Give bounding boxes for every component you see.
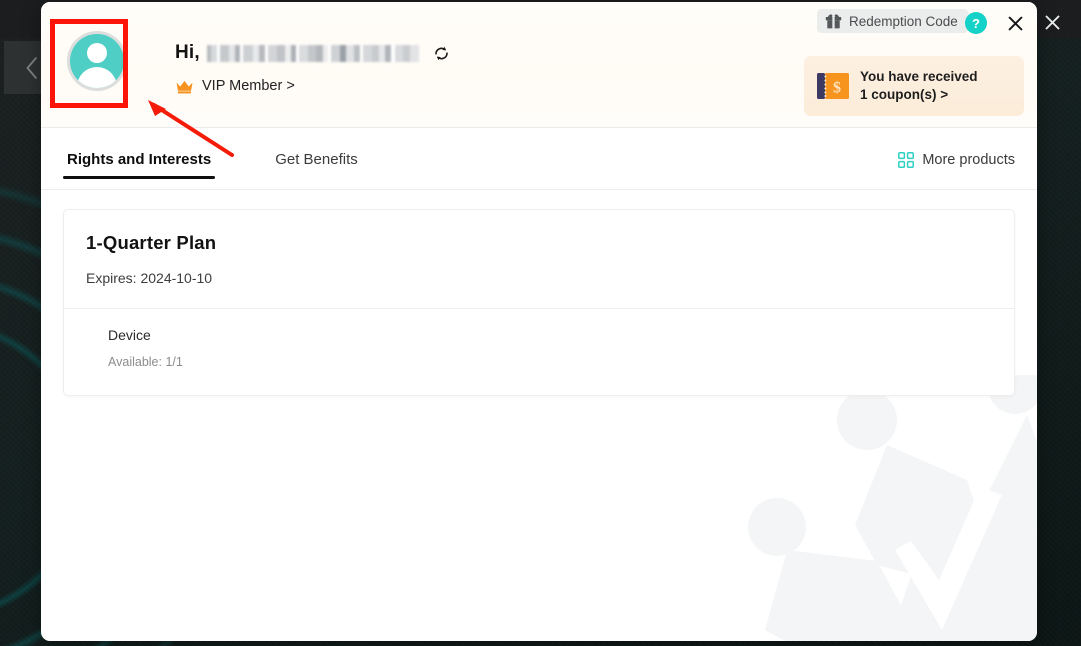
avatar[interactable]	[61, 25, 133, 97]
plan-card: 1-Quarter Plan Expires: 2024-10-10 Devic…	[63, 209, 1015, 396]
greeting-text: Hi,	[175, 42, 200, 63]
more-products-button[interactable]: More products	[898, 152, 1015, 168]
help-button[interactable]: ?	[965, 12, 987, 34]
gift-icon	[825, 14, 842, 29]
user-avatar-icon	[70, 34, 124, 88]
vip-member-link[interactable]: VIP Member >	[175, 78, 295, 94]
window-close-button[interactable]	[1038, 8, 1066, 36]
question-mark-icon: ?	[972, 15, 980, 31]
device-label: Device	[108, 327, 151, 343]
coupon-line-2: 1 coupon(s) >	[860, 87, 949, 102]
plan-card-header: 1-Quarter Plan Expires: 2024-10-10	[64, 210, 1014, 308]
plan-title: 1-Quarter Plan	[86, 232, 217, 253]
plan-expiry: Expires: 2024-10-10	[86, 270, 213, 286]
tab-get-benefits[interactable]: Get Benefits	[271, 151, 362, 179]
crown-icon	[176, 80, 193, 93]
close-icon	[1008, 16, 1022, 30]
vip-member-label: VIP Member >	[202, 78, 295, 94]
avatar-circle	[67, 31, 127, 91]
panel-close-button[interactable]	[1001, 9, 1029, 37]
svg-text:$: $	[833, 80, 841, 97]
coupon-banner[interactable]: $ You have received 1 coupon(s) >	[804, 56, 1024, 116]
redemption-code-button[interactable]: Redemption Code	[817, 9, 968, 33]
avatar-body	[77, 67, 117, 88]
grid-squares-icon	[898, 151, 915, 168]
chevron-left-icon	[26, 56, 37, 79]
username-redacted	[206, 44, 419, 62]
tabs-bar: Rights and Interests Get Benefits More p…	[41, 128, 1037, 190]
coupon-ticket-icon: $	[817, 73, 849, 99]
greeting-row: Hi,	[175, 42, 451, 64]
plan-card-body: Device Available: 1/1	[64, 309, 1014, 395]
panel-header: Hi, VIP Member > Redemption Code ? $ You…	[41, 2, 1037, 128]
membership-panel: Hi, VIP Member > Redemption Code ? $ You…	[41, 2, 1037, 641]
coupon-text: You have received 1 coupon(s) >	[860, 68, 978, 104]
redemption-code-label: Redemption Code	[849, 13, 958, 29]
refresh-account-button[interactable]	[432, 44, 451, 63]
device-available-count: Available: 1/1	[108, 355, 183, 369]
more-products-label: More products	[922, 151, 1015, 168]
panel-body: 1-Quarter Plan Expires: 2024-10-10 Devic…	[41, 190, 1037, 415]
coupon-line-1: You have received	[860, 69, 978, 84]
close-icon	[1045, 15, 1059, 29]
refresh-icon	[435, 46, 448, 60]
tab-rights-and-interests[interactable]: Rights and Interests	[63, 151, 216, 179]
avatar-head	[87, 43, 107, 63]
